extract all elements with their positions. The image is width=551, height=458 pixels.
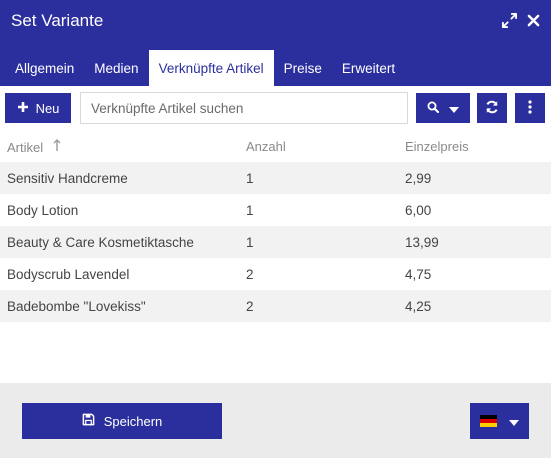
title-bar: Set Variante Allgemein Medien Verknüpfte… (0, 0, 551, 86)
new-button[interactable]: Neu (5, 93, 71, 123)
toolbar: Neu (0, 86, 551, 130)
column-header-einzelpreis[interactable]: Einzelpreis (405, 139, 469, 154)
table-row[interactable]: Beauty & Care Kosmetiktasche 1 13,99 (0, 226, 551, 258)
table-row[interactable]: Bodyscrub Lavendel 2 4,75 (0, 258, 551, 290)
new-button-label: Neu (35, 100, 60, 116)
more-vertical-icon (528, 99, 532, 117)
cell-anzahl: 1 (246, 203, 254, 218)
tab-preise[interactable]: Preise (274, 50, 332, 86)
table-row[interactable]: Badebombe "Lovekiss" 2 4,25 (0, 290, 551, 322)
tab-erweitert[interactable]: Erweitert (332, 50, 405, 86)
window-title: Set Variante (11, 11, 104, 30)
search-dropdown-button[interactable] (416, 93, 470, 123)
cell-einzelpreis: 2,99 (405, 171, 432, 186)
expand-icon[interactable] (501, 12, 517, 28)
more-options-button[interactable] (515, 93, 545, 123)
cell-anzahl: 1 (246, 235, 254, 250)
cell-artikel: Bodyscrub Lavendel (7, 267, 130, 282)
cell-einzelpreis: 6,00 (405, 203, 432, 218)
cell-artikel: Badebombe "Lovekiss" (7, 299, 146, 314)
save-button[interactable]: Speichern (22, 403, 222, 439)
cell-einzelpreis: 13,99 (405, 235, 439, 250)
cell-anzahl: 2 (246, 299, 254, 314)
column-header-artikel-label: Artikel (7, 139, 44, 155)
language-select-button[interactable] (470, 403, 529, 439)
refresh-icon (485, 100, 499, 117)
cell-anzahl: 2 (246, 267, 254, 282)
table-row[interactable]: Body Lotion 1 6,00 (0, 194, 551, 226)
dialog-window: Set Variante Allgemein Medien Verknüpfte… (0, 0, 551, 458)
tab-verknuepfte-artikel[interactable]: Verknüpfte Artikel (148, 50, 274, 86)
linked-articles-table: Artikel Anzahl Einzelpreis Sensitiv Hand… (0, 130, 551, 322)
tab-allgemein[interactable]: Allgemein (5, 50, 84, 86)
caret-down-icon (509, 414, 519, 429)
table-body: Sensitiv Handcreme 1 2,99 Body Lotion 1 … (0, 162, 551, 322)
search-icon (427, 101, 440, 116)
table-row[interactable]: Sensitiv Handcreme 1 2,99 (0, 162, 551, 194)
flag-germany-icon (480, 415, 497, 427)
plus-icon (17, 101, 29, 116)
sort-asc-icon (53, 139, 61, 155)
table-header: Artikel Anzahl Einzelpreis (0, 130, 551, 162)
column-header-anzahl[interactable]: Anzahl (246, 139, 286, 154)
footer-bar: Speichern (0, 383, 551, 458)
search-input[interactable] (80, 92, 408, 124)
cell-artikel: Beauty & Care Kosmetiktasche (7, 235, 194, 250)
cell-einzelpreis: 4,75 (405, 267, 432, 282)
save-icon (82, 413, 95, 429)
tab-medien[interactable]: Medien (84, 50, 148, 86)
cell-einzelpreis: 4,25 (405, 299, 432, 314)
tab-bar: Allgemein Medien Verknüpfte Artikel Prei… (5, 50, 405, 86)
close-icon[interactable] (525, 12, 541, 28)
caret-down-icon (449, 101, 459, 116)
column-header-artikel[interactable]: Artikel (7, 139, 61, 155)
cell-anzahl: 1 (246, 171, 254, 186)
window-controls (501, 12, 541, 28)
cell-artikel: Sensitiv Handcreme (7, 171, 128, 186)
save-button-label: Speichern (103, 413, 163, 429)
cell-artikel: Body Lotion (7, 203, 79, 218)
refresh-button[interactable] (477, 93, 507, 123)
